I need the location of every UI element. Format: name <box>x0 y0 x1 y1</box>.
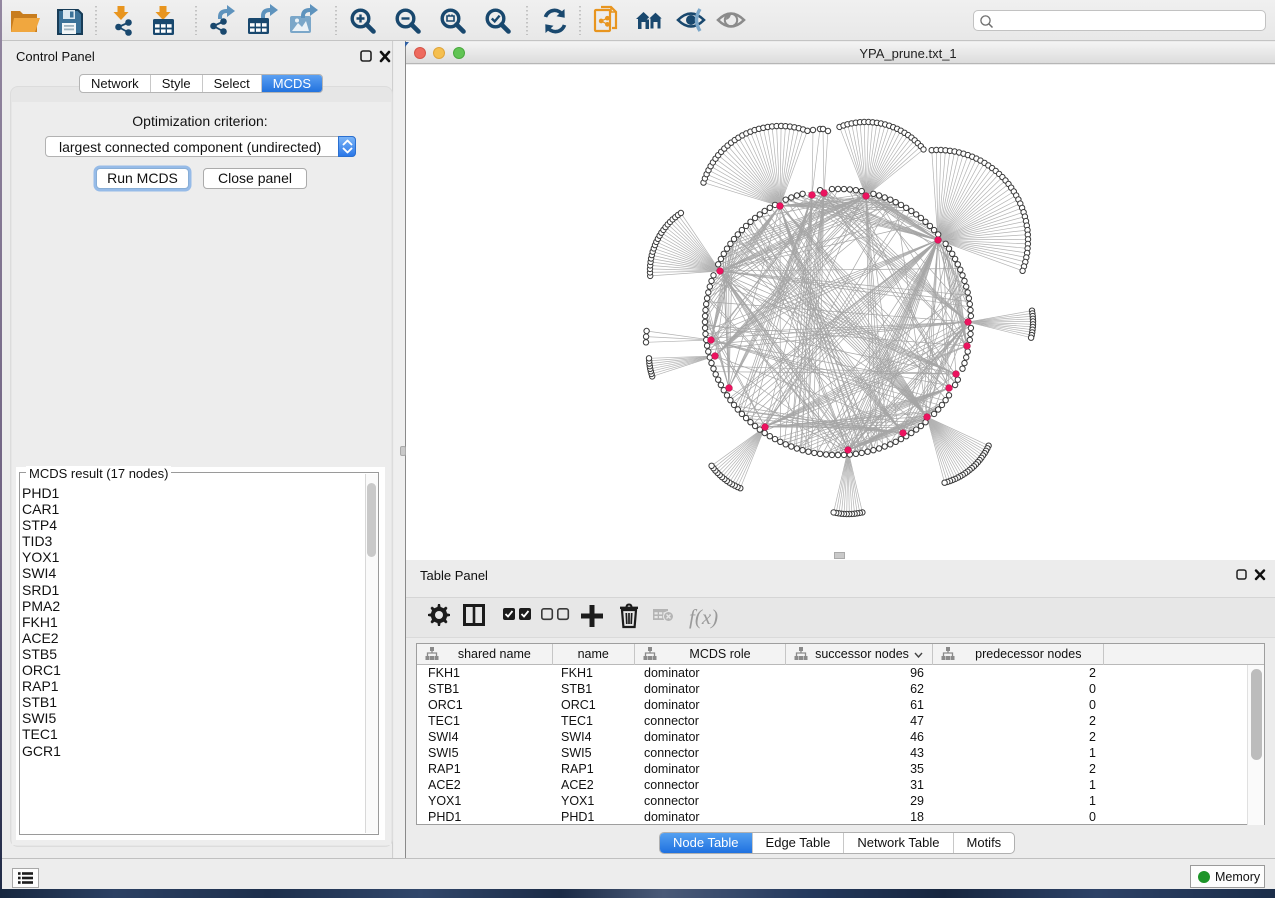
svg-text:f(x): f(x) <box>689 605 718 629</box>
